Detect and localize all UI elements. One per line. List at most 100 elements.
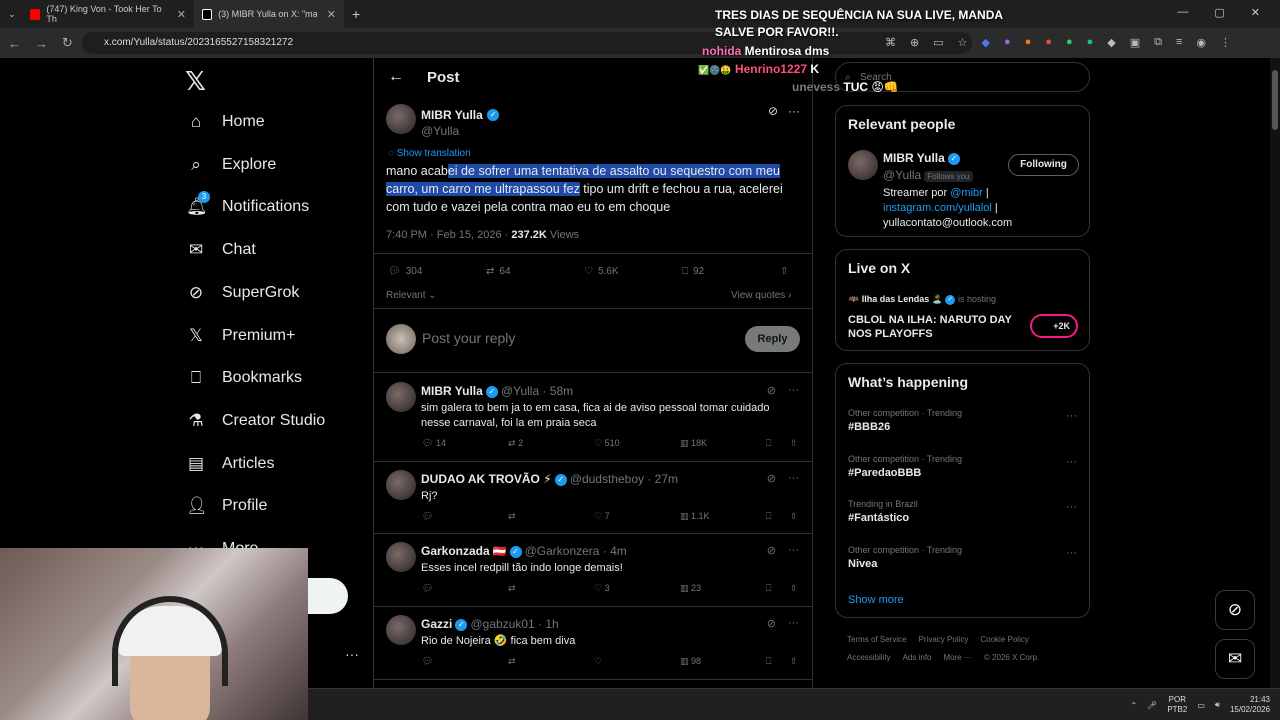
reply-item[interactable]: Garkonzada 🇦🇹 ✓ @Garkonzera · 4m ⊘ ··· Esse… xyxy=(374,534,813,607)
reply-action[interactable]: 💬︎ xyxy=(422,511,508,522)
post-button[interactable] xyxy=(308,578,348,614)
bookmark-icon[interactable]: ⎕ xyxy=(766,656,790,667)
more-options-icon[interactable]: ··· xyxy=(788,104,800,118)
author-handle[interactable]: @Yulla xyxy=(421,124,499,138)
my-avatar[interactable] xyxy=(386,324,416,354)
bio-link[interactable]: instagram.com/yullalol xyxy=(883,202,992,214)
more-options-icon[interactable]: ··· xyxy=(1066,410,1077,422)
extension-icon[interactable]: ● xyxy=(1025,36,1032,49)
extension-icon[interactable]: ▣ xyxy=(1130,36,1140,49)
bookmark-action[interactable]: ⎕ 92 xyxy=(682,266,780,277)
trend-item[interactable]: Trending in Brazil #Fantástico xyxy=(848,499,918,524)
browser-tab-youtube[interactable]: (747) King Von - Took Her To Th ✕ xyxy=(22,0,194,28)
reply-action[interactable]: 💬︎ 304 xyxy=(388,266,486,277)
share-icon[interactable]: ⇧ xyxy=(790,438,798,449)
following-button[interactable]: Following xyxy=(1008,154,1079,176)
nav-item-explore[interactable]: ⌕ Explore xyxy=(186,155,276,175)
back-arrow-icon[interactable]: ← xyxy=(388,68,404,86)
extension-icon[interactable]: ◆ xyxy=(1107,36,1115,49)
person-avatar[interactable] xyxy=(848,150,878,180)
repost-action[interactable]: ⇄ xyxy=(508,511,594,522)
extension-icon[interactable]: ◆ xyxy=(982,36,990,49)
reply-action[interactable]: 💬︎ 14 xyxy=(422,438,508,449)
minimize-icon[interactable]: — xyxy=(1177,6,1188,19)
puzzle-icon[interactable]: ⧉ xyxy=(1154,36,1162,49)
reply-item[interactable]: MIBR Yulla ✓ @Yulla · 58m ⊘ ··· sim galera … xyxy=(374,374,813,462)
grok-icon[interactable]: ⊘ xyxy=(767,472,776,485)
reply-action[interactable]: 💬︎ xyxy=(422,656,508,667)
extension-icon[interactable]: ● xyxy=(1087,36,1094,49)
views-action[interactable]: ▥ 23 xyxy=(680,583,766,594)
sidepanel-icon[interactable]: ≡ xyxy=(1176,36,1182,49)
x-logo-icon[interactable]: 𝕏 xyxy=(185,66,206,97)
more-options-icon[interactable]: ··· xyxy=(788,544,799,557)
reply-author-name[interactable]: MIBR Yulla xyxy=(421,384,483,398)
live-space-name[interactable]: CBLOL NA ILHA: NARUTO DAY NOS PLAYOFFS xyxy=(848,313,1023,341)
repost-action[interactable]: ⇄ xyxy=(508,583,594,594)
sort-relevant-dropdown[interactable]: Relevant ⌄ xyxy=(386,290,437,301)
nav-item-creator-studio[interactable]: ⚗ Creator Studio xyxy=(186,411,325,431)
view-quotes-link[interactable]: View quotes › xyxy=(731,290,791,301)
reply-avatar[interactable] xyxy=(386,382,416,412)
network-icon[interactable]: ▭ xyxy=(1197,701,1205,710)
footer-link[interactable]: Ads info xyxy=(903,653,932,662)
author-name[interactable]: MIBR Yulla xyxy=(421,108,483,122)
footer-link[interactable]: Cookie Policy xyxy=(980,635,1028,644)
close-icon[interactable]: ✕ xyxy=(327,8,336,21)
nav-item-profile[interactable]: 👤︎ Profile xyxy=(186,496,267,516)
grok-icon[interactable]: ⊘ xyxy=(767,544,776,557)
nav-item-bookmarks[interactable]: ⎕ Bookmarks xyxy=(186,368,302,388)
nav-item-articles[interactable]: ▤ Articles xyxy=(186,454,274,474)
repost-action[interactable]: ⇄ 64 xyxy=(486,266,584,277)
extension-icon[interactable]: ● xyxy=(1066,36,1073,49)
chevron-up-icon[interactable]: ⌃ xyxy=(1130,701,1137,710)
volume-icon[interactable]: 🔊︎ xyxy=(1215,700,1220,710)
microphone-icon[interactable]: 🎤︎ xyxy=(1147,701,1157,710)
translate-icon[interactable]: ⌘ xyxy=(885,36,896,49)
bio-link[interactable]: @mibr xyxy=(950,187,983,199)
views-action[interactable]: ▥ 98 xyxy=(680,656,766,667)
grok-icon[interactable]: ⊘ xyxy=(767,384,776,397)
live-host-row[interactable]: 🦇 Ilha das Lendas 🏝️ ✓ is hosting xyxy=(848,294,996,305)
like-action[interactable]: ♡ 5.6K xyxy=(584,266,682,277)
browser-tab-x[interactable]: (3) MIBR Yulla on X: "mano acab ✕ xyxy=(194,0,344,28)
star-icon[interactable]: ☆ xyxy=(958,36,968,49)
reply-author-name[interactable]: Garkonzada xyxy=(421,544,490,558)
bookmark-icon[interactable]: ⎕ xyxy=(766,583,790,594)
clock[interactable]: 21:43 15/02/2026 xyxy=(1230,695,1270,715)
reply-author-name[interactable]: Gazzi xyxy=(421,617,452,631)
profile-avatar-icon[interactable]: ◉ xyxy=(1196,36,1206,49)
reply-action[interactable]: 💬︎ xyxy=(422,583,508,594)
footer-link[interactable]: Terms of Service xyxy=(847,635,907,644)
more-options-icon[interactable]: ··· xyxy=(1066,547,1077,559)
extension-icon[interactable]: ● xyxy=(1045,36,1052,49)
repost-action[interactable]: ⇄ xyxy=(508,656,594,667)
nav-item-notifications[interactable]: 🔔︎ 3 Notifications xyxy=(186,191,309,217)
page-scrollbar[interactable] xyxy=(1270,58,1280,688)
maximize-icon[interactable]: ▢ xyxy=(1214,6,1224,19)
menu-icon[interactable]: ⋮ xyxy=(1220,36,1231,49)
close-window-icon[interactable]: ✕ xyxy=(1251,6,1260,19)
nav-item-premium-[interactable]: 𝕏 Premium+ xyxy=(186,326,295,346)
trend-item[interactable]: Other competition · Trending #ParedaoBBB xyxy=(848,454,962,479)
author-avatar[interactable] xyxy=(386,104,416,134)
extension-icon[interactable]: ● xyxy=(1004,36,1011,49)
back-icon[interactable]: ← xyxy=(8,36,21,51)
reply-avatar[interactable] xyxy=(386,470,416,500)
close-icon[interactable]: ✕ xyxy=(177,8,186,21)
nav-item-chat[interactable]: ✉ Chat xyxy=(186,240,256,260)
person-name[interactable]: MIBR Yulla xyxy=(883,151,945,165)
nav-item-supergrok[interactable]: ⊘ SuperGrok xyxy=(186,283,300,303)
reload-icon[interactable]: ↻ xyxy=(62,35,73,51)
live-listeners-badge[interactable]: +2K xyxy=(1030,314,1078,338)
new-tab-button[interactable]: + xyxy=(344,0,368,28)
more-options-icon[interactable]: ··· xyxy=(788,472,799,485)
repost-action[interactable]: ⇄ 2 xyxy=(508,438,594,449)
grok-icon[interactable]: ⊘ xyxy=(767,617,776,630)
trend-item[interactable]: Other competition · Trending Nivea xyxy=(848,545,962,570)
heart-action[interactable]: ♡ xyxy=(594,656,680,667)
bookmark-icon[interactable]: ⎕ xyxy=(766,438,790,449)
views-action[interactable]: ▥ 1.1K xyxy=(680,511,766,522)
keyboard-language[interactable]: POR PTB2 xyxy=(1167,695,1187,715)
messages-fab-button[interactable]: ✉ xyxy=(1215,639,1255,679)
